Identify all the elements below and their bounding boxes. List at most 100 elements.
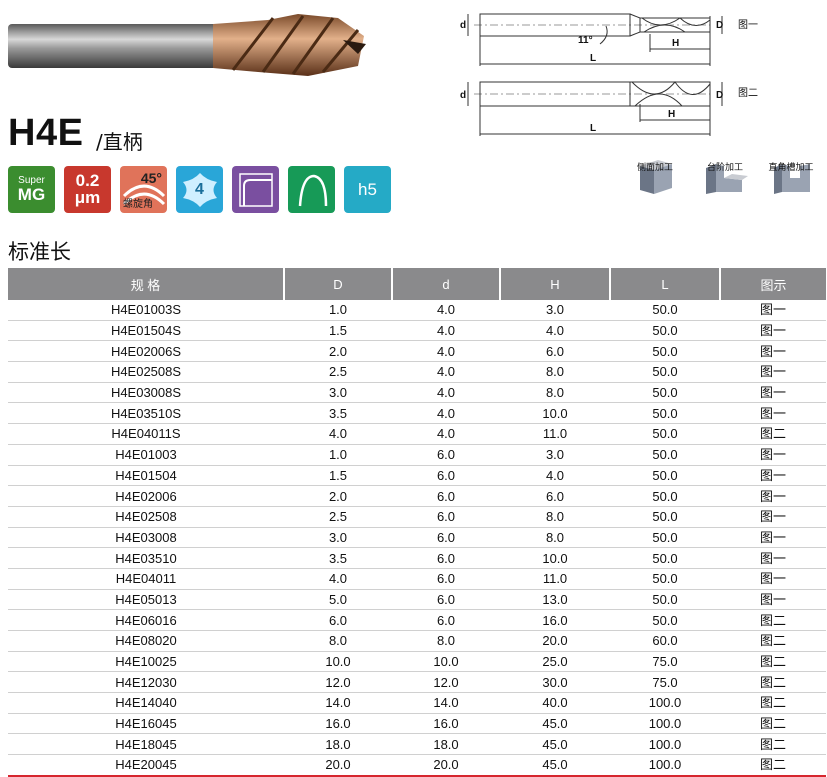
table-cell: 图二 — [720, 754, 826, 777]
table-cell: 图一 — [720, 361, 826, 383]
table-cell: 75.0 — [610, 651, 720, 673]
table-cell: 50.0 — [610, 547, 720, 569]
table-cell: 1.5 — [284, 320, 392, 342]
table-cell: 50.0 — [610, 300, 720, 321]
table-cell: 45.0 — [500, 733, 610, 756]
ball-profile-icon — [298, 174, 327, 206]
shank-type: /直柄 — [96, 130, 143, 154]
four-flute-icon: 4 — [176, 166, 223, 213]
op-side-label: 侧面加工 — [636, 162, 673, 172]
table-cell: 图一 — [720, 444, 826, 466]
table-cell: 3.0 — [500, 444, 610, 466]
table-cell: H4E01003 — [8, 444, 284, 466]
table-row: H4E16045 16.0 16.0 45.0 100.0 图二 — [8, 713, 826, 735]
table-cell: 4.0 — [392, 300, 500, 321]
table-cell: 5.0 — [284, 589, 392, 611]
table-cell: 图二 — [720, 630, 826, 652]
table-cell: 3.0 — [284, 527, 392, 549]
table-cell: 3.5 — [284, 402, 392, 425]
table-cell: 6.0 — [392, 589, 500, 611]
table-cell: 60.0 — [610, 630, 720, 652]
table-cell: 16.0 — [392, 713, 500, 735]
table-cell: 100.0 — [610, 733, 720, 756]
dimension-diagram: d D 11° H L 图一 d D H L 图二 — [460, 13, 758, 136]
helix-angle-icon: 45° 螺旋角 — [120, 166, 167, 213]
table-cell: 6.0 — [500, 340, 610, 363]
table-cell: 50.0 — [610, 568, 720, 590]
table-cell: 2.5 — [284, 506, 392, 528]
table-cell: 图一 — [720, 340, 826, 363]
table-row: H4E20045 20.0 20.0 45.0 100.0 图二 — [8, 754, 826, 777]
table-row: H4E02006 2.0 6.0 6.0 50.0 图一 — [8, 485, 826, 507]
col-D: D — [284, 268, 393, 300]
table-cell: 50.0 — [610, 402, 720, 425]
table-cell: 18.0 — [284, 733, 392, 756]
table-cell: H4E10025 — [8, 651, 284, 673]
table-cell: 图二 — [720, 609, 826, 631]
table-row: H4E02006S 2.0 4.0 6.0 50.0 图一 — [8, 340, 826, 363]
table-row: H4E14040 14.0 14.0 40.0 100.0 图二 — [8, 692, 826, 714]
end-mill-photo — [8, 14, 366, 76]
table-cell: 4.0 — [392, 340, 500, 363]
table-cell: H4E03008S — [8, 382, 284, 404]
table-row: H4E03510S 3.5 4.0 10.0 50.0 图一 — [8, 402, 826, 425]
table-cell: 2.5 — [284, 361, 392, 383]
table-cell: 6.0 — [392, 485, 500, 507]
table-cell: H4E02006S — [8, 340, 284, 363]
table-cell: H4E20045 — [8, 754, 284, 777]
table-row: H4E05013 5.0 6.0 13.0 50.0 图一 — [8, 589, 826, 611]
table-cell: H4E02508 — [8, 506, 284, 528]
table-cell: 2.0 — [284, 340, 392, 363]
table-cell: 3.0 — [284, 382, 392, 404]
table-cell: 6.0 — [392, 527, 500, 549]
table-cell: 6.0 — [392, 547, 500, 569]
table-cell: H4E05013 — [8, 589, 284, 611]
table-cell: 100.0 — [610, 692, 720, 714]
table-cell: 4.0 — [284, 568, 392, 590]
table-cell: 10.0 — [500, 402, 610, 425]
table-cell: 14.0 — [392, 692, 500, 714]
table-cell: H4E03008 — [8, 527, 284, 549]
table-cell: 20.0 — [392, 754, 500, 777]
table-cell: 1.5 — [284, 465, 392, 487]
table-cell: 50.0 — [610, 485, 720, 507]
table-cell: 6.0 — [392, 444, 500, 466]
table-cell: 50.0 — [610, 589, 720, 611]
col-H: H — [500, 268, 611, 300]
col-L: L — [610, 268, 721, 300]
table-cell: 50.0 — [610, 444, 720, 466]
fig2-label: 图二 — [738, 87, 758, 99]
table-cell: 6.0 — [392, 465, 500, 487]
table-cell: H4E12030 — [8, 671, 284, 694]
table-cell: 50.0 — [610, 423, 720, 445]
table-cell: 8.0 — [392, 630, 500, 652]
table-cell: 图一 — [720, 320, 826, 342]
op-slot-label: 直角槽加工 — [768, 162, 814, 172]
table-cell: 12.0 — [392, 671, 500, 694]
table-cell: 3.5 — [284, 547, 392, 569]
D-label-1: D — [716, 20, 723, 31]
table-cell: 8.0 — [500, 527, 610, 549]
table-cell: 16.0 — [500, 609, 610, 631]
H-label-1: H — [672, 38, 679, 49]
table-cell: 11.0 — [500, 568, 610, 590]
table-cell: H4E01003S — [8, 300, 284, 321]
table-row: H4E03008S 3.0 4.0 8.0 50.0 图一 — [8, 382, 826, 404]
table-cell: 10.0 — [392, 651, 500, 673]
table-cell: 20.0 — [284, 754, 392, 777]
table-cell: 图二 — [720, 713, 826, 735]
table-cell: 4.0 — [392, 320, 500, 342]
table-cell: 图二 — [720, 423, 826, 445]
d-label-1: d — [460, 20, 466, 31]
table-cell: H4E04011S — [8, 423, 284, 445]
table-row: H4E02508 2.5 6.0 8.0 50.0 图一 — [8, 506, 826, 528]
L-label-2: L — [590, 123, 596, 134]
section-title: 标准长 — [8, 240, 71, 264]
table-cell: 25.0 — [500, 651, 610, 673]
table-row: H4E01504S 1.5 4.0 4.0 50.0 图一 — [8, 320, 826, 342]
table-row: H4E04011 4.0 6.0 11.0 50.0 图一 — [8, 568, 826, 590]
table-cell: H4E04011 — [8, 568, 284, 590]
table-cell: 6.0 — [392, 568, 500, 590]
product-code: H4E — [8, 112, 84, 154]
d-label-2: d — [460, 90, 466, 101]
